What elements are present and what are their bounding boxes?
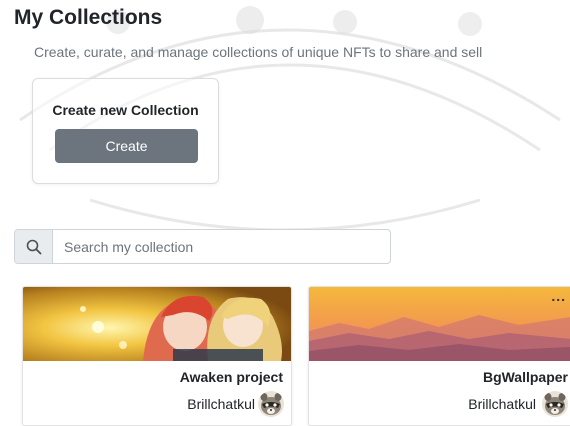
search-bar: [14, 229, 391, 264]
raccoon-avatar-icon: [542, 391, 568, 417]
create-button[interactable]: Create: [55, 129, 198, 163]
search-icon[interactable]: [15, 230, 53, 263]
page-title: My Collections: [14, 6, 163, 29]
raccoon-avatar-icon: [258, 391, 284, 417]
search-input[interactable]: [53, 230, 390, 263]
collection-cover-image[interactable]: [23, 287, 291, 361]
collection-card[interactable]: Awaken project Brillchatkul: [22, 286, 292, 426]
create-collection-title: Create new Collection: [52, 102, 199, 118]
create-collection-card: Create new Collection Create: [32, 78, 219, 184]
more-options-icon[interactable]: ...: [551, 289, 566, 303]
collection-cover-image[interactable]: [309, 287, 570, 361]
collection-name[interactable]: BgWallpaper: [483, 369, 568, 385]
collection-name[interactable]: Awaken project: [180, 369, 283, 385]
collection-owner: Brillchatkul: [468, 396, 536, 412]
collection-card[interactable]: ... BgWallpaper Brillchatkul: [308, 286, 570, 426]
collection-owner: Brillchatkul: [187, 396, 255, 412]
page-subtitle: Create, curate, and manage collections o…: [34, 44, 483, 60]
